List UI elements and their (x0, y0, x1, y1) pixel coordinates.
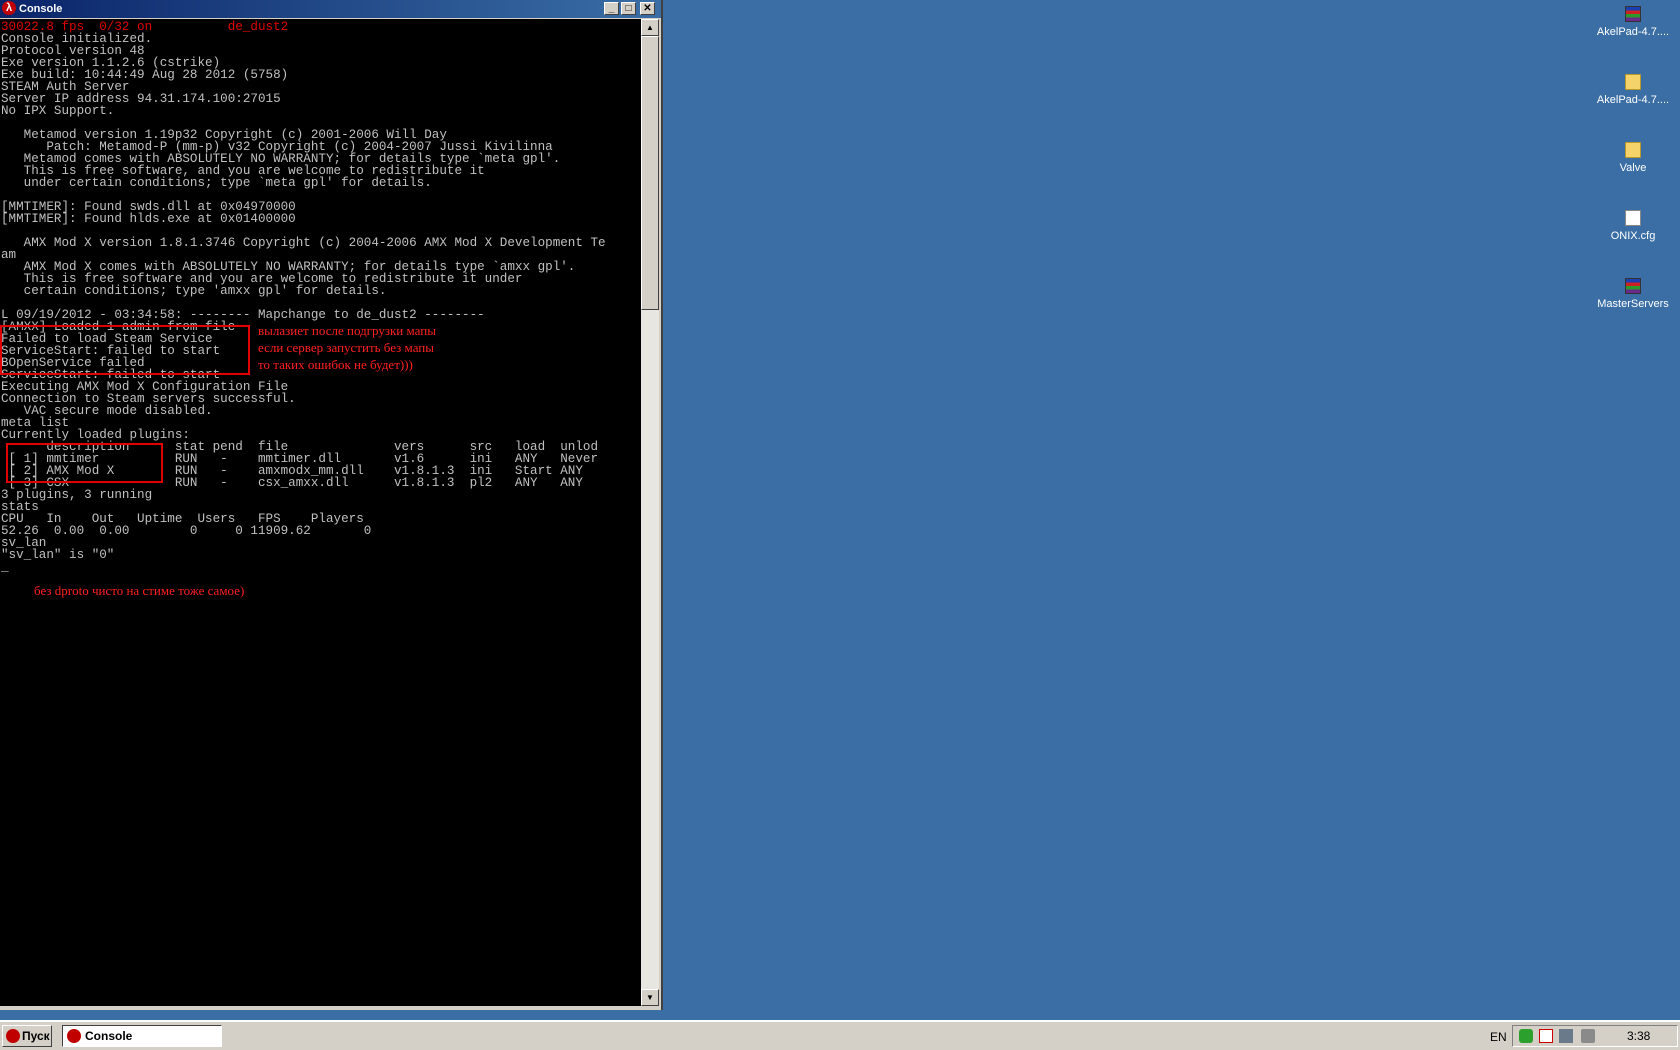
folder-icon (1625, 74, 1641, 90)
vertical-scrollbar[interactable]: ▲ ▼ (641, 19, 659, 1006)
taskbar: Пуск Console EN 3:38 (0, 1020, 1680, 1050)
scroll-down-arrow-icon[interactable]: ▼ (641, 989, 659, 1006)
scrollbar-thumb[interactable] (641, 36, 659, 310)
start-button[interactable]: Пуск (2, 1025, 52, 1047)
console-line: [MMTIMER]: Found hlds.exe at 0x01400000 (1, 212, 296, 226)
close-icon: ✕ (643, 3, 652, 14)
network-icon[interactable] (1519, 1029, 1533, 1043)
desktop-icon-masterservers[interactable]: MasterServers (1588, 278, 1678, 310)
desktop-icon-label: MasterServers (1597, 298, 1669, 310)
maximize-button[interactable]: □ (621, 2, 636, 15)
taskbar-item-label: Console (85, 1029, 133, 1043)
file-icon (1625, 210, 1641, 226)
maximize-icon: □ (625, 3, 632, 14)
half-life-lambda-icon (67, 1029, 81, 1043)
window-title: Console (19, 3, 63, 15)
security-alert-icon[interactable] (1539, 1029, 1553, 1043)
minimize-button[interactable]: _ (604, 2, 619, 15)
device-icon[interactable] (1559, 1029, 1573, 1043)
desktop-icon-akelpad-archive[interactable]: AkelPad-4.7.... (1588, 6, 1678, 38)
console-line: under certain conditions; type `meta gpl… (1, 176, 432, 190)
console-window[interactable]: λ Console _ □ ✕ 30022.8 fps 0/32 on de_d… (0, 0, 663, 1010)
scroll-up-arrow-icon[interactable]: ▲ (641, 19, 659, 36)
console-line: certain conditions; type 'amxx gpl' for … (1, 284, 387, 298)
clock[interactable]: 3:38 (1627, 1029, 1650, 1043)
console-line: AMX Mod X version 1.8.1.3746 Copyright (… (1, 236, 606, 250)
start-logo-icon (6, 1029, 20, 1043)
language-indicator[interactable]: EN (1490, 1030, 1507, 1044)
taskbar-item-console[interactable]: Console (62, 1025, 222, 1047)
annotation-note-1: вылазиет после подгрузки мапы если серве… (258, 323, 436, 372)
minimize-icon: _ (608, 3, 615, 14)
desktop-icon-onix-cfg[interactable]: ONIX.cfg (1588, 210, 1678, 242)
annotation-note-2: без dproto чисто на стиме тоже самое) (34, 583, 245, 598)
desktop-icon-label: ONIX.cfg (1610, 230, 1656, 242)
console-text: 30022.8 fps 0/32 on de_dust2 Console ini… (1, 21, 606, 574)
console-line: "sv_lan" is "0" (1, 548, 115, 562)
desktop-icon-label: AkelPad-4.7.... (1596, 94, 1670, 106)
console-line: No IPX Support. (1, 104, 115, 118)
console-output[interactable]: 30022.8 fps 0/32 on de_dust2 Console ini… (0, 19, 641, 1006)
console-line: 52.26 0.00 0.00 0 0 11909.62 0 (1, 524, 372, 538)
plugins-highlight-box (6, 443, 163, 483)
half-life-lambda-icon: λ (2, 1, 16, 15)
folder-icon (1625, 142, 1641, 158)
close-button[interactable]: ✕ (640, 2, 655, 15)
desktop-icon-label: Valve (1619, 162, 1647, 174)
winrar-archive-icon (1625, 6, 1641, 22)
volume-icon[interactable] (1581, 1029, 1595, 1043)
desktop-icon-valve[interactable]: Valve (1588, 142, 1678, 174)
error-highlight-box (0, 325, 250, 375)
start-label: Пуск (22, 1029, 50, 1043)
winrar-archive-icon (1625, 278, 1641, 294)
console-cursor: _ (1, 560, 9, 574)
title-bar[interactable]: λ Console _ □ ✕ (0, 0, 661, 18)
desktop-icon-akelpad-folder[interactable]: AkelPad-4.7.... (1588, 74, 1678, 106)
system-tray: 3:38 (1512, 1025, 1678, 1047)
desktop-icon-label: AkelPad-4.7.... (1596, 26, 1670, 38)
